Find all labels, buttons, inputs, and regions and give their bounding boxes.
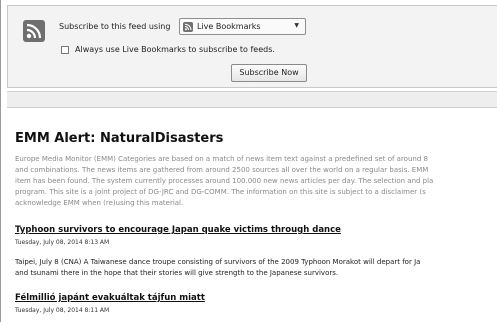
separator-band — [7, 91, 497, 108]
feed-preview-page: Subscribe to this feed using Live Bookma… — [0, 0, 497, 322]
feed-description-line: Europe Media Monitor (EMM) Categories ar… — [15, 155, 428, 163]
feed-description-line: acknowledge EMM when (re)using this mate… — [15, 199, 184, 207]
feed-item-title-link[interactable]: Félmillió japánt evakuáltak tájfun miatt — [15, 293, 205, 303]
subscribe-label: Subscribe to this feed using — [59, 22, 171, 31]
subscribe-panel: Subscribe to this feed using Live Bookma… — [7, 5, 497, 88]
feed-reader-select[interactable]: Live Bookmarks ▼ — [179, 18, 306, 35]
always-use-checkbox[interactable] — [61, 46, 69, 54]
feed-description-line: item has been found. The system currentl… — [15, 177, 434, 185]
feed-item-date: Tuesday, July 08, 2014 8:11 AM — [15, 307, 110, 314]
subscribe-now-button[interactable]: Subscribe Now — [231, 64, 307, 82]
feed-item-description-line: and tsunami there in the hope that their… — [15, 269, 339, 277]
feed-reader-selected-value: Live Bookmarks — [197, 22, 261, 31]
chevron-down-icon: ▼ — [294, 22, 299, 29]
feed-description-line: and combinations. The news items are gat… — [15, 166, 429, 174]
always-use-checkbox-label[interactable]: Always use Live Bookmarks to subscribe t… — [75, 45, 275, 54]
feed-item-title-link[interactable]: Typhoon survivors to encourage Japan qua… — [15, 225, 341, 235]
feed-description-line: program. This site is a joint project of… — [15, 188, 426, 196]
rss-feed-icon — [23, 20, 45, 42]
feed-item-description-line: Taipei, July 8 (CNA) A Taiwanese dance t… — [15, 258, 421, 266]
feed-item-description: Taipei, July 8 (CNA) A Taiwanese dance t… — [15, 257, 497, 279]
feed-item-date: Tuesday, July 08, 2014 8:13 AM — [15, 239, 110, 246]
feed-title: EMM Alert: NaturalDisasters — [15, 131, 224, 146]
feed-description: Europe Media Monitor (EMM) Categories ar… — [15, 154, 497, 209]
live-bookmarks-icon — [183, 22, 193, 32]
